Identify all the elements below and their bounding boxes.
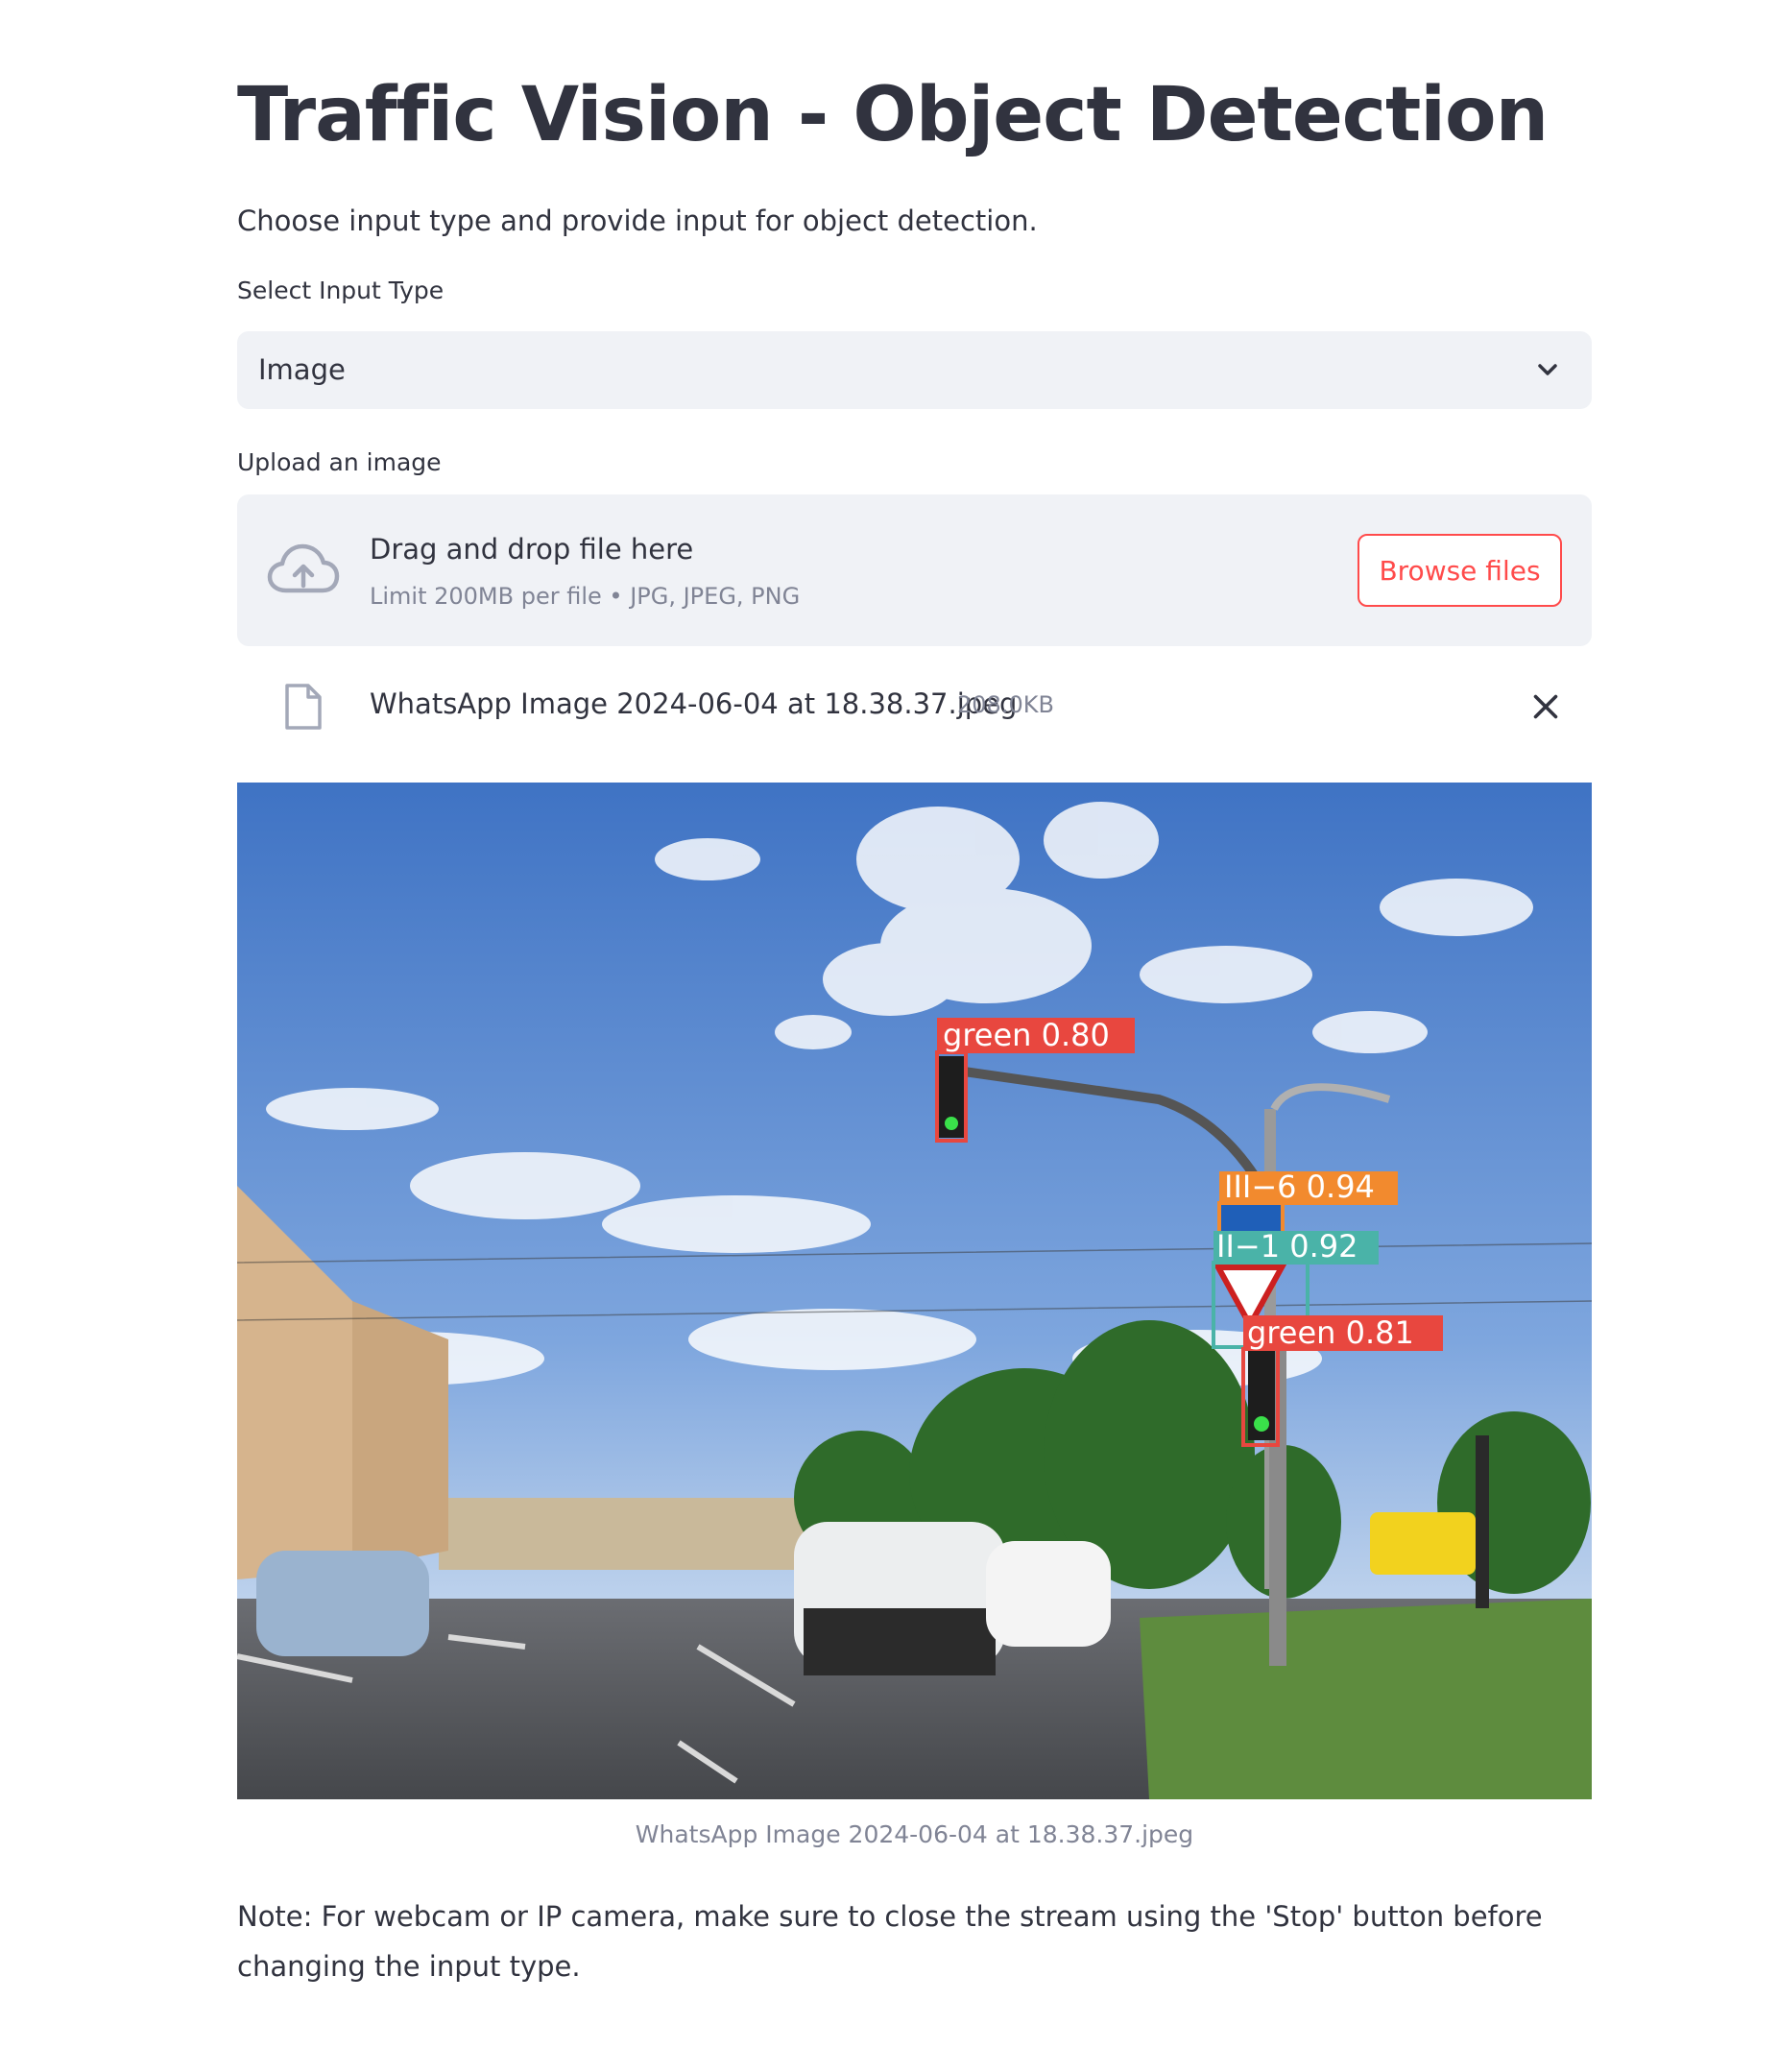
chevron-down-icon (1538, 364, 1557, 375)
image-caption: WhatsApp Image 2024-06-04 at 18.38.37.jp… (635, 1820, 1194, 1848)
uploaded-file-row: WhatsApp Image 2024-06-04 at 18.38.37.jp… (237, 665, 1592, 742)
close-icon[interactable] (1528, 689, 1563, 724)
dropzone-title: Drag and drop file here (370, 533, 694, 566)
cloud-upload-icon (267, 543, 340, 593)
uploaded-file-name: WhatsApp Image 2024-06-04 at 18.38.37.jp… (370, 687, 1018, 720)
input-type-label: Select Input Type (237, 277, 444, 304)
input-type-value: Image (258, 353, 346, 386)
file-dropzone[interactable]: Drag and drop file here Limit 200MB per … (237, 494, 1592, 646)
page-title: Traffic Vision - Object Detection (237, 72, 1549, 158)
detection-label: III−6 0.94 (1224, 1169, 1375, 1205)
detection-label: green 0.80 (943, 1017, 1110, 1053)
detection-label: II−1 0.92 (1216, 1228, 1358, 1265)
uploaded-file-size: 208.0KB (957, 691, 1054, 718)
detection-result-image: green 0.80 III−6 0.94 II−1 0.92 green 0.… (237, 783, 1592, 1799)
file-icon (285, 684, 322, 730)
dropzone-hint: Limit 200MB per file • JPG, JPEG, PNG (370, 583, 801, 610)
browse-files-button[interactable]: Browse files (1358, 534, 1562, 607)
input-type-select[interactable]: Image (237, 331, 1592, 409)
detection-label: green 0.81 (1247, 1314, 1414, 1351)
uploader-label: Upload an image (237, 448, 442, 476)
intro-text: Choose input type and provide input for … (237, 205, 1038, 237)
note-text: Note: For webcam or IP camera, make sure… (237, 1900, 1543, 1983)
